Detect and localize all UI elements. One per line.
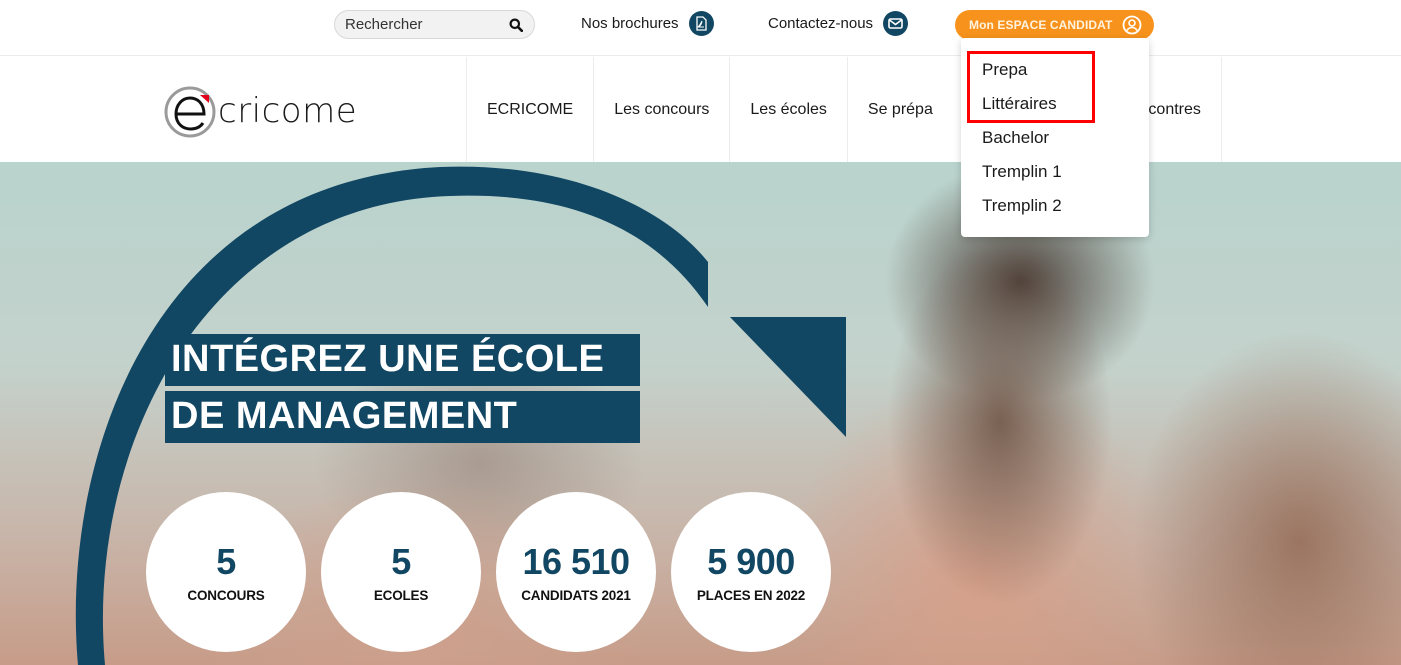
dropdown-item-prepa[interactable]: Prepa [961, 53, 1149, 87]
stat-places: 5 900 PLACES EN 2022 [671, 492, 831, 652]
stat-ecoles: 5 ECOLES [321, 492, 481, 652]
nav-label: Les concours [614, 100, 710, 118]
logo-text: cricome [218, 91, 358, 131]
stat-label: PLACES EN 2022 [696, 587, 806, 603]
dropdown-item-bachelor[interactable]: Bachelor [961, 121, 1149, 155]
stat-value: 5 900 [707, 540, 795, 582]
espace-candidat-label: Mon ESPACE CANDIDAT [969, 18, 1113, 32]
stat-concours: 5 CONCOURS [146, 492, 306, 652]
nav-label: ECRICOME [487, 100, 574, 118]
ecricome-logo[interactable]: cricome [164, 81, 364, 141]
nav-item-ecoles[interactable]: Les écoles [729, 57, 847, 162]
nav-item-concours[interactable]: Les concours [593, 57, 729, 162]
contact-label: Contactez-nous [768, 15, 874, 32]
brochures-label: Nos brochures [581, 15, 679, 32]
brochures-link[interactable]: Nos brochures [581, 11, 714, 36]
search-icon[interactable] [508, 17, 524, 33]
hero-banner: INTÉGREZ UNE ÉCOLE DE MANAGEMENT 5 CONCO… [0, 162, 1401, 665]
dropdown-item-tremplin-1[interactable]: Tremplin 1 [961, 155, 1149, 189]
top-bar: Nos brochures Contactez-nous Mon ESPACE … [0, 0, 1401, 56]
envelope-icon [883, 11, 909, 36]
stat-label: CANDIDATS 2021 [521, 587, 631, 603]
logo-e-icon [164, 86, 216, 138]
search-box[interactable] [334, 10, 535, 39]
espace-candidat-button[interactable]: Mon ESPACE CANDIDAT [955, 10, 1154, 40]
user-circle-icon [1122, 15, 1142, 35]
contact-link[interactable]: Contactez-nous [768, 11, 909, 36]
pdf-icon [688, 11, 714, 36]
stat-value: 16 510 [522, 540, 630, 582]
headline-line-1: INTÉGREZ UNE ÉCOLE [165, 334, 640, 386]
stat-label: ECOLES [373, 587, 429, 603]
search-input[interactable] [345, 16, 508, 33]
nav-label: Se prépa [867, 100, 933, 118]
dropdown-item-litteraires[interactable]: Littéraires [961, 87, 1149, 121]
espace-candidat-dropdown: Prepa Littéraires Bachelor Tremplin 1 Tr… [961, 38, 1149, 237]
nav-item-ecricome[interactable]: ECRICOME [466, 57, 593, 162]
main-nav: cricome ECRICOME Les concours Les écoles… [0, 57, 1401, 162]
stat-value: 5 [216, 540, 236, 582]
dropdown-item-tremplin-2[interactable]: Tremplin 2 [961, 189, 1149, 223]
stat-candidats: 16 510 CANDIDATS 2021 [496, 492, 656, 652]
stat-label: CONCOURS [187, 587, 265, 603]
hero-triangle [730, 317, 846, 437]
headline-line-2: DE MANAGEMENT [165, 391, 640, 443]
stat-value: 5 [391, 540, 411, 582]
nav-label: Les écoles [750, 100, 827, 118]
